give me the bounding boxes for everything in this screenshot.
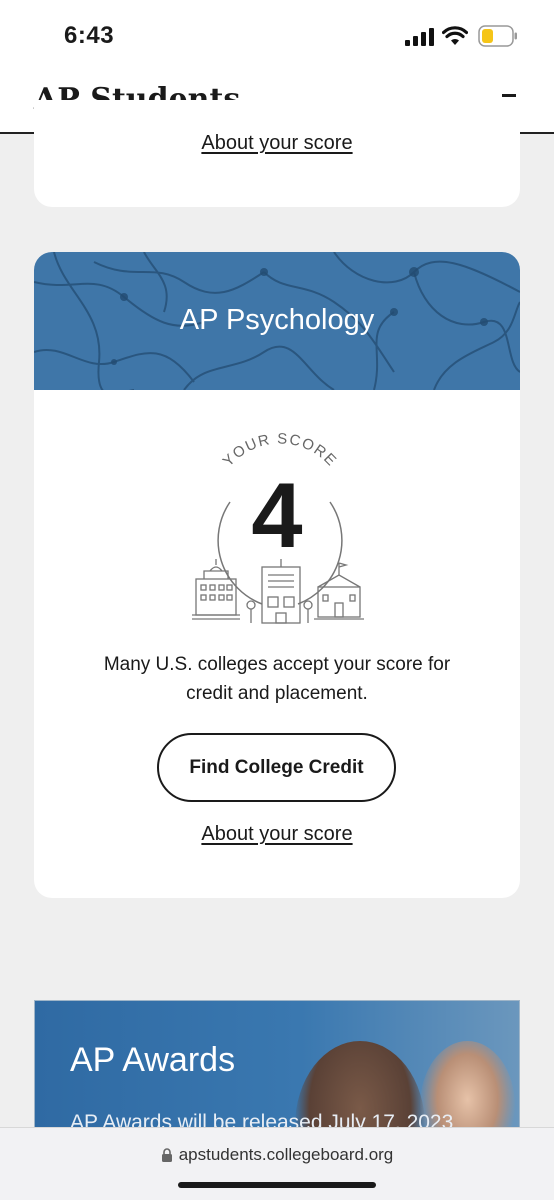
previous-score-card: About your score — [34, 100, 520, 207]
find-college-credit-button[interactable]: Find College Credit — [157, 733, 396, 802]
about-score-link[interactable]: About your score — [34, 132, 520, 155]
browser-url-bar[interactable]: apstudents.collegeboard.org — [0, 1127, 554, 1200]
course-title: AP Psychology — [179, 304, 375, 336]
signal-icon — [405, 28, 434, 46]
ap-psychology-card: AP Psychology YOUR SCORE 4 Many U.S. col… — [34, 252, 520, 898]
psychology-banner: AP Psychology — [34, 252, 520, 390]
status-bar: 6:43 — [0, 0, 554, 70]
score-description: Many U.S. colleges accept your score for… — [103, 654, 451, 704]
college-buildings-icon — [192, 559, 364, 624]
awards-title: AP Awards — [70, 1041, 236, 1079]
status-time: 6:43 — [64, 22, 115, 49]
battery-icon — [478, 25, 517, 47]
url-text[interactable]: apstudents.collegeboard.org — [179, 1145, 394, 1165]
score-value: 4 — [251, 465, 303, 567]
about-score-link[interactable]: About your score — [34, 823, 520, 846]
wifi-icon — [442, 26, 468, 45]
home-indicator[interactable] — [178, 1182, 376, 1188]
lock-icon — [161, 1148, 172, 1162]
